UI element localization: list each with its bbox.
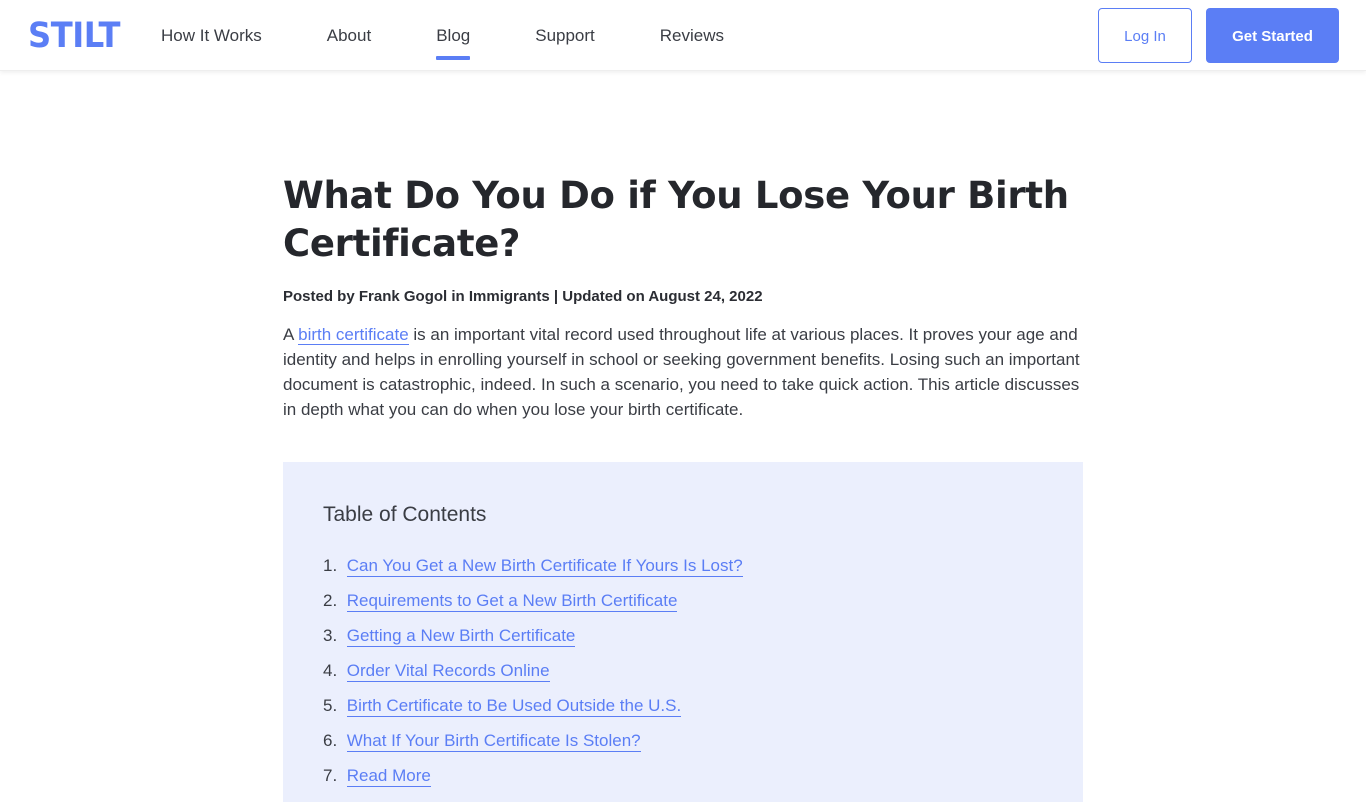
stilt-logo[interactable]: STILT [28, 16, 120, 56]
main-nav: How It Works About Blog Support Reviews [161, 0, 724, 71]
login-button[interactable]: Log In [1098, 8, 1192, 63]
nav-reviews[interactable]: Reviews [660, 0, 724, 71]
toc-number: 3. [323, 626, 338, 645]
toc-link[interactable]: Read More [346, 766, 431, 787]
toc-link[interactable]: Requirements to Get a New Birth Certific… [346, 591, 678, 612]
toc-link[interactable]: Order Vital Records Online [346, 661, 550, 682]
intro-prefix: A [283, 325, 299, 344]
nav-about[interactable]: About [327, 0, 371, 71]
toc-number: 6. [323, 731, 338, 750]
toc-link[interactable]: Birth Certificate to Be Used Outside the… [346, 696, 682, 717]
toc-number: 1. [323, 556, 338, 575]
toc-item: 5. Birth Certificate to Be Used Outside … [323, 688, 1043, 723]
toc-item: 6. What If Your Birth Certificate Is Sto… [323, 723, 1043, 758]
article-intro: A birth certificate is an important vita… [283, 322, 1088, 422]
birth-certificate-link[interactable]: birth certificate [298, 325, 409, 345]
nav-support[interactable]: Support [535, 0, 595, 71]
article-title: What Do You Do if You Lose Your Birth Ce… [283, 174, 1069, 265]
article: What Do You Do if You Lose Your Birth Ce… [283, 172, 1083, 422]
toc-number: 4. [323, 661, 338, 680]
toc-link[interactable]: Getting a New Birth Certificate [346, 626, 576, 647]
toc-number: 2. [323, 591, 338, 610]
toc-item: 4. Order Vital Records Online [323, 653, 1043, 688]
table-of-contents: Table of Contents 1. Can You Get a New B… [283, 462, 1083, 802]
toc-item: 3. Getting a New Birth Certificate [323, 618, 1043, 653]
toc-number: 7. [323, 766, 338, 785]
get-started-button[interactable]: Get Started [1206, 8, 1339, 63]
article-byline: Posted by Frank Gogol in Immigrants | Up… [283, 288, 763, 305]
toc-title: Table of Contents [323, 503, 487, 526]
nav-how-it-works[interactable]: How It Works [161, 0, 262, 71]
toc-link[interactable]: What If Your Birth Certificate Is Stolen… [346, 731, 641, 752]
toc-item: 1. Can You Get a New Birth Certificate I… [323, 548, 1043, 583]
toc-list: 1. Can You Get a New Birth Certificate I… [323, 548, 1043, 793]
toc-link[interactable]: Can You Get a New Birth Certificate If Y… [346, 556, 743, 577]
nav-blog[interactable]: Blog [436, 0, 471, 71]
toc-number: 5. [323, 696, 338, 715]
toc-item: 2. Requirements to Get a New Birth Certi… [323, 583, 1043, 618]
toc-item: 7. Read More [323, 758, 1043, 793]
site-header: STILT How It Works About Blog Support Re… [0, 0, 1366, 71]
